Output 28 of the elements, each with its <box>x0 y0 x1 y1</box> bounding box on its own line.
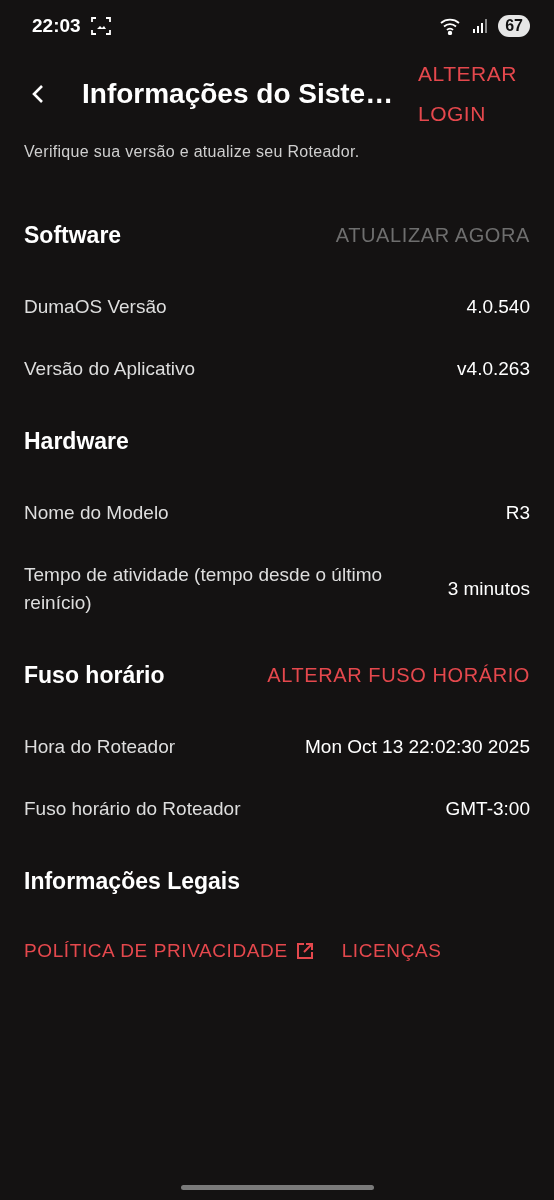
info-label: Tempo de atividade (tempo desde o último reinício) <box>24 563 384 615</box>
section-title: Informações Legais <box>24 867 242 895</box>
section-title: Fuso horário <box>24 661 166 689</box>
change-login-button[interactable]: ALTERAR LOGIN <box>418 54 530 134</box>
status-time: 22:03 <box>32 15 81 37</box>
info-value: GMT-3:00 <box>445 797 530 821</box>
battery-level: 67 <box>498 15 530 37</box>
info-label: Versão do Aplicativo <box>24 357 197 381</box>
screenshot-icon <box>90 17 111 35</box>
info-value: 4.0.540 <box>466 295 530 319</box>
signal-icon <box>472 18 489 34</box>
info-label: Hora do Roteador <box>24 735 177 759</box>
info-value: Mon Oct 13 22:02:30 2025 <box>305 735 530 759</box>
section-action-button[interactable]: ALTERAR FUSO HORÁRIO <box>267 663 530 687</box>
section-title: Software <box>24 221 123 249</box>
back-icon <box>32 84 44 104</box>
info-label: Fuso horário do Roteador <box>24 797 242 821</box>
info-value: 3 minutos <box>447 577 530 601</box>
section-title: Hardware <box>24 427 130 455</box>
info-value: R3 <box>505 501 530 525</box>
legal-link[interactable]: POLÍTICA DE PRIVACIDADE <box>24 940 314 962</box>
info-value: v4.0.263 <box>457 357 530 381</box>
external-link-icon <box>295 942 314 960</box>
page-subtitle: Verifique sua versão e atualize seu Roteador. <box>24 142 361 162</box>
legal-link[interactable]: LICENÇAS <box>341 940 442 962</box>
info-label: DumaOS Versão <box>24 295 168 319</box>
page-title: Informações do Siste… <box>82 78 395 110</box>
info-label: Nome do Modelo <box>24 501 170 525</box>
